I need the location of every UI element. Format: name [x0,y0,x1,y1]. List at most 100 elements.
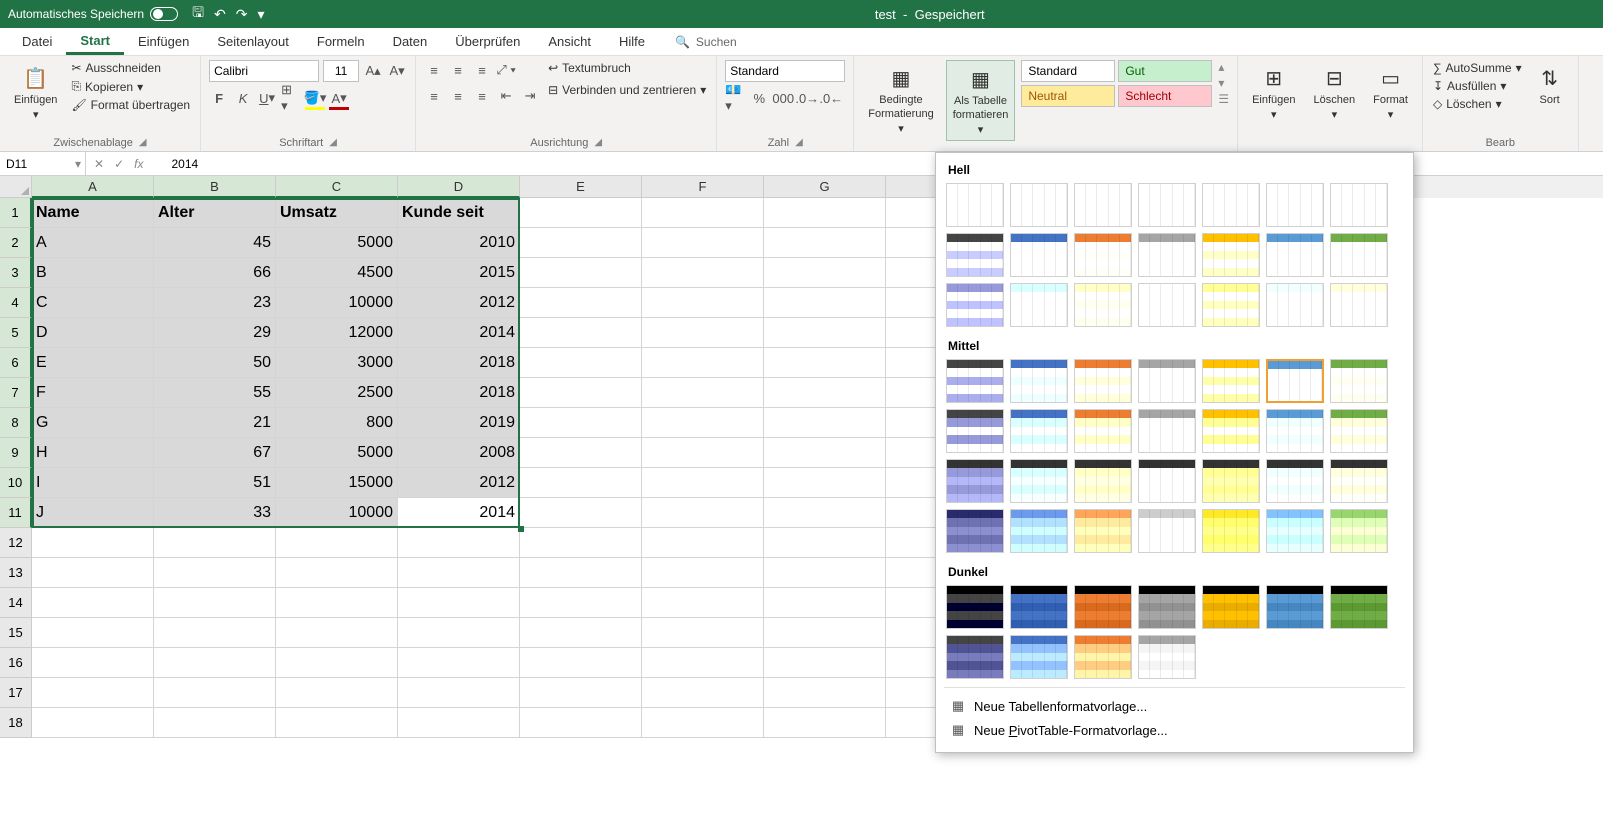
paste-button[interactable]: 📋 Einfügen ▾ [8,60,63,125]
table-style-option[interactable] [1074,585,1132,629]
cell[interactable] [764,708,886,738]
cell[interactable]: Umsatz [276,198,398,228]
cell[interactable] [642,438,764,468]
increase-decimal-icon[interactable]: .0→ [797,88,817,108]
table-style-option[interactable] [1202,459,1260,503]
cell[interactable]: E [32,348,154,378]
cell[interactable]: 2019 [398,408,520,438]
row-header[interactable]: 14 [0,588,32,618]
wrap-text-button[interactable]: ↩Textumbruch [546,60,708,76]
cell[interactable]: D [32,318,154,348]
align-left-icon[interactable]: ≡ [424,86,444,106]
cell[interactable] [764,498,886,528]
table-style-option[interactable] [1010,283,1068,327]
undo-icon[interactable]: ↶ [214,6,226,23]
shrink-font-icon[interactable]: A▾ [387,61,407,81]
cell[interactable] [154,558,276,588]
row-header[interactable]: 2 [0,228,32,258]
table-style-option[interactable] [946,283,1004,327]
cell[interactable] [642,198,764,228]
tab-hilfe[interactable]: Hilfe [605,30,659,53]
table-style-option[interactable] [946,635,1004,679]
cell[interactable] [276,558,398,588]
cell[interactable]: 2018 [398,348,520,378]
align-bottom-icon[interactable]: ≡ [472,60,492,80]
table-style-option[interactable] [1010,359,1068,403]
cell[interactable] [276,708,398,738]
tab-ansicht[interactable]: Ansicht [534,30,605,53]
copy-button[interactable]: ⎘Kopieren ▾ [69,78,192,95]
row-header[interactable]: 10 [0,468,32,498]
cell[interactable]: 2014 [398,318,520,348]
save-icon[interactable]: 🖫 [192,2,204,26]
column-header[interactable]: A [32,176,154,198]
cell[interactable]: 50 [154,348,276,378]
conditional-formatting-button[interactable]: ▦ BedingteFormatierung ▾ [862,60,939,139]
table-style-option[interactable] [1330,359,1388,403]
cell[interactable] [520,228,642,258]
font-color-button[interactable]: A ▾ [329,88,349,108]
cell[interactable] [276,618,398,648]
tab-start[interactable]: Start [66,29,124,55]
cell[interactable]: C [32,288,154,318]
table-style-option[interactable] [1202,509,1260,553]
cell[interactable] [764,588,886,618]
cell[interactable] [520,528,642,558]
table-style-option[interactable] [1266,585,1324,629]
table-style-option[interactable] [1010,183,1068,227]
name-box[interactable]: D11▾ [0,152,86,175]
table-style-option[interactable] [1202,359,1260,403]
cell[interactable]: 3000 [276,348,398,378]
cell[interactable] [642,618,764,648]
fill-handle[interactable] [518,526,524,532]
cell[interactable] [642,648,764,678]
cell[interactable] [764,678,886,708]
table-style-option[interactable] [1266,509,1324,553]
toggle-switch-icon[interactable] [150,7,178,21]
cell[interactable] [642,558,764,588]
table-style-option[interactable] [1330,509,1388,553]
autosum-button[interactable]: ∑AutoSumme ▾ [1431,60,1524,76]
cell[interactable]: 5000 [276,438,398,468]
font-size-select[interactable] [323,60,359,82]
cell[interactable] [642,348,764,378]
cell[interactable]: B [32,258,154,288]
cell[interactable] [32,588,154,618]
cell[interactable] [520,498,642,528]
row-header[interactable]: 7 [0,378,32,408]
cell[interactable]: 66 [154,258,276,288]
table-style-option[interactable] [1010,509,1068,553]
table-style-option[interactable] [1074,359,1132,403]
cell[interactable] [642,228,764,258]
cell[interactable]: H [32,438,154,468]
launcher-icon[interactable]: ◢ [795,137,803,149]
select-all-button[interactable] [0,176,32,198]
table-style-option[interactable] [1074,635,1132,679]
cell[interactable] [764,198,886,228]
cell[interactable] [520,558,642,588]
format-cells-button[interactable]: ▭Format▾ [1367,60,1414,125]
cell[interactable] [642,318,764,348]
cell[interactable] [398,708,520,738]
table-style-option[interactable] [1138,283,1196,327]
cell[interactable]: F [32,378,154,408]
table-style-option[interactable] [946,409,1004,453]
table-style-option[interactable] [1074,183,1132,227]
cell[interactable]: I [32,468,154,498]
cell[interactable]: 10000 [276,288,398,318]
column-header[interactable]: B [154,176,276,198]
cell[interactable]: Kunde seit [398,198,520,228]
align-middle-icon[interactable]: ≡ [448,60,468,80]
table-style-option[interactable] [1202,585,1260,629]
bold-button[interactable]: F [209,88,229,108]
cell[interactable] [398,678,520,708]
row-header[interactable]: 1 [0,198,32,228]
cell[interactable]: 800 [276,408,398,438]
row-header[interactable]: 3 [0,258,32,288]
table-style-option[interactable] [946,359,1004,403]
table-style-option[interactable] [1010,233,1068,277]
cell[interactable] [764,648,886,678]
cell[interactable] [398,618,520,648]
row-header[interactable]: 9 [0,438,32,468]
cell[interactable]: 15000 [276,468,398,498]
